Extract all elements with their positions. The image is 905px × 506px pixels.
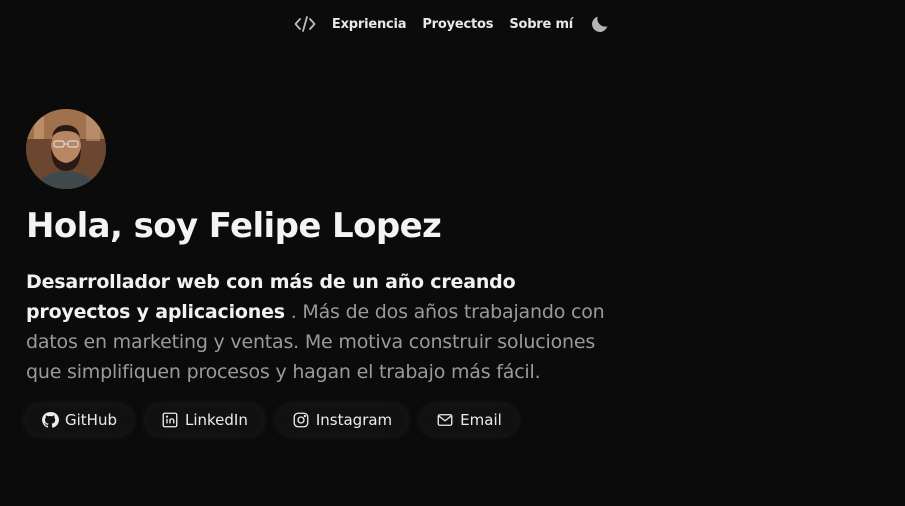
mail-icon	[436, 411, 454, 429]
code-icon[interactable]	[294, 15, 316, 33]
instagram-button[interactable]: Instagram	[276, 405, 408, 435]
email-button[interactable]: Email	[421, 405, 517, 435]
nav-link-experiencia[interactable]: Exprienc­ia	[332, 17, 407, 32]
nav-link-sobre-mi[interactable]: Sobre mí	[509, 17, 573, 32]
email-label: Email	[460, 411, 502, 429]
hero-section: Hola, soy Felipe Lopez Desarrollador web…	[26, 109, 626, 435]
top-nav: Exprienc­ia Proyectos Sobre mí	[0, 12, 905, 36]
github-button[interactable]: GitHub	[26, 405, 132, 435]
instagram-label: Instagram	[315, 411, 393, 429]
linkedin-button[interactable]: LinkedIn	[145, 405, 263, 435]
social-links: GitHub LinkedIn Instagram Email	[26, 405, 626, 435]
bio-text: Desarrollador web con más de un año crea…	[26, 267, 606, 387]
avatar	[26, 109, 106, 189]
page-title: Hola, soy Felipe Lopez	[26, 206, 442, 246]
github-label: GitHub	[65, 411, 117, 429]
moon-icon[interactable]	[589, 13, 611, 35]
linkedin-icon	[161, 411, 179, 429]
github-icon	[41, 411, 59, 429]
linkedin-label: LinkedIn	[184, 411, 248, 429]
nav-link-proyectos[interactable]: Proyectos	[422, 17, 493, 32]
instagram-icon	[292, 411, 310, 429]
